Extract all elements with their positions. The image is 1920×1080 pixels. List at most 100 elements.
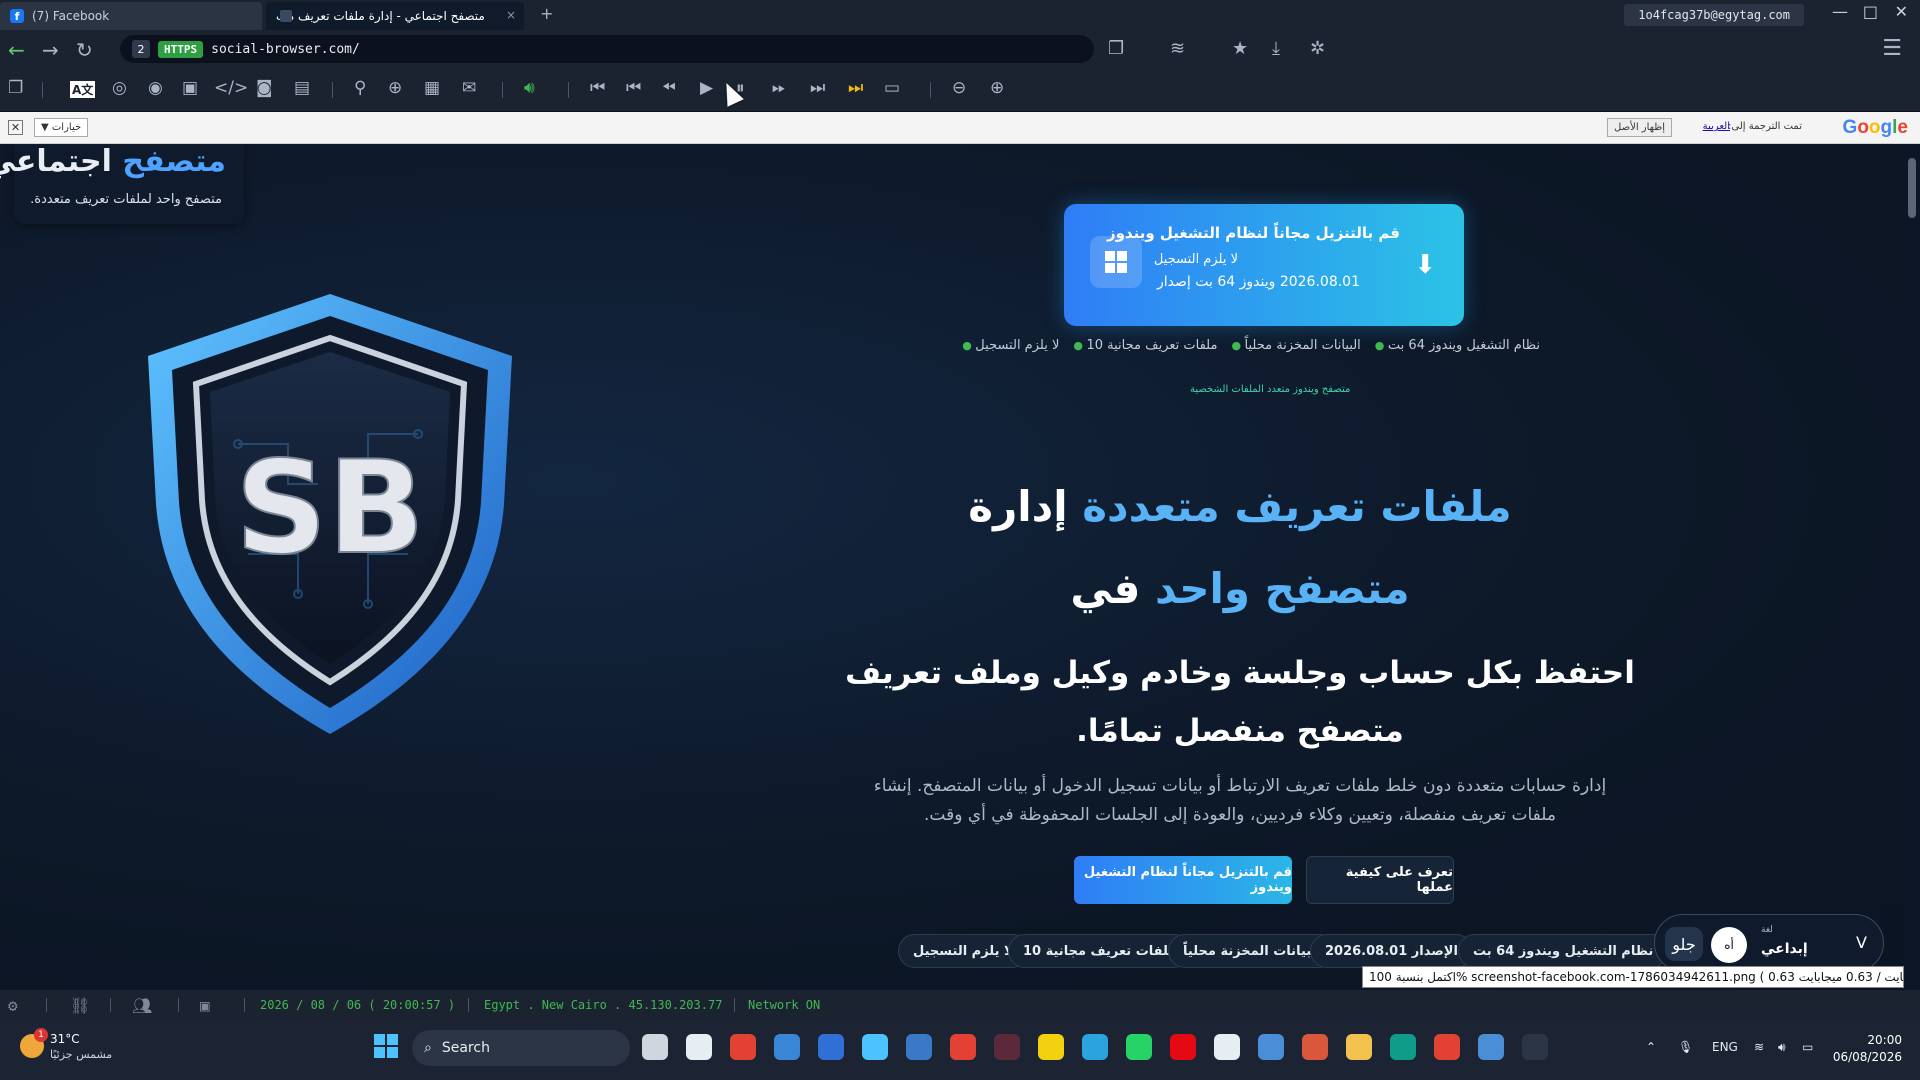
taskbar-app-icon[interactable]: [950, 1034, 976, 1060]
ghost-icon[interactable]: ◉: [148, 78, 163, 98]
taskbar-app-icon[interactable]: [1346, 1034, 1372, 1060]
weather-description: مشمس جزئيًا: [50, 1048, 113, 1061]
skip-start-icon[interactable]: ⏮︎: [590, 78, 605, 98]
battery-icon[interactable]: ▭: [1802, 1040, 1813, 1054]
reload-icon[interactable]: ↻: [76, 38, 93, 62]
play-icon[interactable]: ▶: [700, 78, 713, 98]
previous-icon[interactable]: ⏮︎: [626, 78, 641, 98]
taskbar-app-icon[interactable]: [906, 1034, 932, 1060]
next-icon[interactable]: ⏭︎: [810, 78, 825, 98]
translate-icon[interactable]: A文: [70, 81, 96, 98]
user-email-badge[interactable]: 1o4fcag37b@egytag.com: [1624, 4, 1804, 26]
mail-icon[interactable]: ✉: [462, 78, 476, 98]
globe-icon[interactable]: ⊕: [388, 78, 402, 98]
translate-language-select[interactable]: العربية: [1703, 121, 1730, 132]
close-tab-icon[interactable]: ×: [506, 8, 516, 22]
taskbar-app-icon[interactable]: [1434, 1034, 1460, 1060]
tab-label: (7) Facebook: [32, 9, 110, 23]
tabs-icon[interactable]: ❐: [8, 78, 23, 98]
zoom-in-icon[interactable]: ⊕: [990, 78, 1004, 98]
web-page-content: متصفح اجتماعي متصفح واحد لملفات تعريف مت…: [0, 144, 1904, 990]
chrome-icon[interactable]: ◎: [112, 78, 127, 98]
show-original-button[interactable]: إظهار الأصل: [1607, 118, 1672, 137]
taskbar-app-icon[interactable]: [862, 1034, 888, 1060]
new-tab-button[interactable]: +: [540, 4, 553, 23]
download-windows-card[interactable]: قم بالتنزيل مجاناً لنظام التشغيل ويندوز …: [1064, 204, 1464, 326]
maximize-button[interactable]: □: [1863, 2, 1878, 21]
screen-icon[interactable]: ▭: [884, 78, 900, 98]
robot-icon[interactable]: ▣: [200, 996, 210, 1015]
input-language[interactable]: ENG: [1712, 1040, 1738, 1054]
toolbar-divider: [568, 82, 569, 98]
settings-gear-icon[interactable]: ⚙: [8, 996, 18, 1015]
zoom-out-icon[interactable]: ⊖: [952, 78, 966, 98]
headline-white-2: في: [1070, 564, 1141, 613]
search-placeholder: Search: [441, 1040, 490, 1056]
translate-options-button[interactable]: ▼ خيارات: [34, 118, 89, 137]
hamburger-menu-icon[interactable]: ☰: [1882, 36, 1902, 61]
code-icon[interactable]: </>: [214, 78, 248, 98]
tab-social-browser[interactable]: متصفح اجتماعي - إدارة ملفات تعريف مت ×: [266, 2, 524, 30]
taskbar-app-icon[interactable]: [730, 1034, 756, 1060]
how-it-works-button[interactable]: تعرف على كيفية عملها: [1306, 856, 1454, 904]
site-favicon-icon: [280, 10, 292, 22]
taskbar-app-icon[interactable]: [1302, 1034, 1328, 1060]
link-icon[interactable]: ⛓: [70, 996, 90, 1015]
save-icon[interactable]: ▤: [294, 78, 310, 98]
download-windows-button[interactable]: قم بالتنزيل مجاناً لنظام التشغيل ويندوز: [1074, 856, 1292, 904]
taskbar-app-icon[interactable]: [818, 1034, 844, 1060]
close-window-button[interactable]: ✕: [1895, 2, 1908, 21]
taskbar-app-icon[interactable]: [1038, 1034, 1064, 1060]
bookmark-star-icon[interactable]: ★: [1232, 38, 1248, 59]
volume-icon[interactable]: 🔊︎: [524, 78, 535, 98]
windows-logo-icon: [1090, 236, 1142, 288]
camera-icon[interactable]: ◙: [256, 78, 273, 98]
taskbar-app-icon[interactable]: [774, 1034, 800, 1060]
taskbar-app-icon[interactable]: [1170, 1034, 1196, 1060]
taskbar-app-icon[interactable]: [1522, 1034, 1548, 1060]
tray-overflow-icon[interactable]: ⌃: [1646, 1040, 1656, 1054]
rewind-icon[interactable]: ⏪︎: [662, 78, 676, 98]
taskbar-app-icon[interactable]: [1126, 1034, 1152, 1060]
layers-icon[interactable]: ≋: [1170, 38, 1185, 59]
volume-icon[interactable]: 🔊︎: [1778, 1040, 1786, 1055]
taskbar-app-icon[interactable]: [1478, 1034, 1504, 1060]
taskbar-app-icon[interactable]: [1214, 1034, 1240, 1060]
start-menu-button[interactable]: [374, 1034, 398, 1058]
toolbox-icon[interactable]: ▦: [424, 78, 440, 98]
close-translate-icon[interactable]: ✕: [8, 120, 23, 135]
taskbar-app-icon[interactable]: [1258, 1034, 1284, 1060]
headline-white-1: إدارة: [968, 482, 1068, 531]
language-selector[interactable]: جلو أه لغة إبداعي V: [1654, 914, 1884, 972]
taskbar-search-input[interactable]: ⌕ Search: [412, 1030, 630, 1066]
taskbar-app-icon[interactable]: [686, 1034, 712, 1060]
users-icon[interactable]: 👥︎: [132, 996, 152, 1015]
download-icon[interactable]: ⤓: [1272, 38, 1280, 59]
translated-to-label: تمت الترجمة إلى:: [1728, 121, 1802, 132]
taskbar-app-icon[interactable]: [994, 1034, 1020, 1060]
tab-facebook[interactable]: f (7) Facebook: [0, 2, 262, 30]
system-clock[interactable]: 20:00 06/08/2026: [1833, 1032, 1902, 1066]
copy-icon[interactable]: ❐: [1108, 38, 1124, 59]
skip-end-icon[interactable]: ⏭︎: [848, 78, 863, 98]
forward-arrow-icon[interactable]: →: [42, 38, 59, 62]
page-scrollbar[interactable]: [1904, 144, 1920, 990]
avatar: أه: [1711, 927, 1747, 963]
location-pin-icon[interactable]: ⚲: [354, 78, 366, 98]
url-input[interactable]: 2 HTTPS social-browser.com/: [120, 35, 1094, 63]
extensions-bug-icon[interactable]: ✲: [1310, 38, 1325, 59]
chevron-down-icon[interactable]: V: [1856, 933, 1867, 952]
lock-icon[interactable]: ▣: [182, 78, 198, 98]
taskbar-app-icon[interactable]: [1082, 1034, 1108, 1060]
fast-forward-icon[interactable]: ⏩︎: [772, 78, 786, 98]
logo-subtitle: متصفح واحد لملفات تعريف متعددة.: [30, 192, 222, 207]
minimize-button[interactable]: —: [1832, 2, 1848, 21]
scrollbar-thumb[interactable]: [1908, 158, 1916, 218]
taskbar-app-icon[interactable]: [1390, 1034, 1416, 1060]
site-logo[interactable]: متصفح اجتماعي متصفح واحد لملفات تعريف مت…: [0, 144, 244, 224]
taskbar-app-icon[interactable]: [642, 1034, 668, 1060]
download-status-tooltip: ( ميجابايت / 0.63 ميجابايت 0.63 ) screen…: [1362, 966, 1904, 988]
microphone-icon[interactable]: 🎙︎: [1678, 1040, 1693, 1054]
back-arrow-icon[interactable]: ←: [8, 38, 25, 62]
wifi-icon[interactable]: ≋: [1754, 1040, 1764, 1054]
